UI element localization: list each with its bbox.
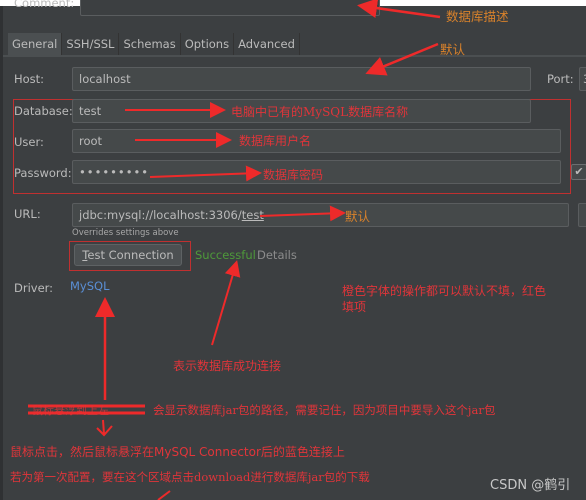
annotation-jar-path: 会显示数据库jar包的路径，需要记住，因为项目中要导入这个jar包 (153, 403, 496, 417)
arrow-success (211, 260, 241, 346)
arrow-comment (357, 0, 441, 19)
annotation-hover: 鼠标点击，然后鼠标悬浮在MySQL Connector后的蓝色连接上 (10, 445, 345, 459)
arrow-password (149, 165, 262, 182)
annotation-host-default: 默认 (440, 42, 466, 57)
arrow-host (365, 42, 439, 76)
annotation-strikethrough: 鼠标悬浮到上左 (32, 404, 109, 417)
annotation-download: 若为第一次配置，要在这个区域点击download进行数据库jar包的下载 (10, 470, 370, 484)
arrow-bottom (157, 490, 171, 500)
annotation-url-default: 默认 (345, 209, 371, 224)
arrow-down (96, 419, 113, 437)
arrow-url (259, 205, 346, 222)
annotation-success: 表示数据库成功连接 (173, 359, 282, 373)
watermark: CSDN @鹤引 (490, 478, 571, 493)
annotation-comment: 数据库描述 (446, 9, 509, 24)
annotation-note-line1: 橙色字体的操作都可以默认不填，红色 (342, 284, 547, 298)
annotation-user: 数据库用户名 (239, 134, 312, 148)
annotation-arrows (28, 0, 441, 500)
annotation-database: 电脑中已有的MySQL数据库名称 (231, 105, 409, 119)
annotation-note-line2: 填项 (342, 300, 367, 314)
annotation-password: 数据库密码 (263, 168, 324, 182)
